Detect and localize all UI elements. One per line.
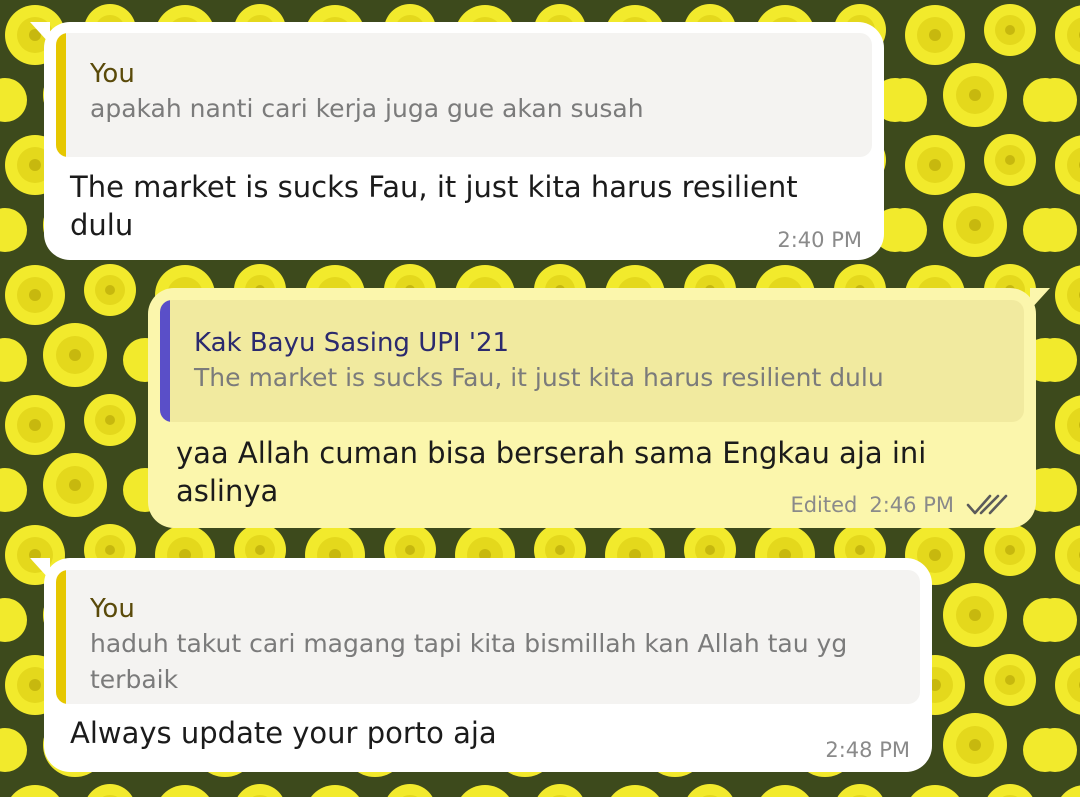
bubble-tail — [30, 558, 50, 580]
bubble-tail — [1030, 288, 1050, 310]
quote-text: apakah nanti cari kerja juga gue akan su… — [90, 94, 644, 123]
message-time: 2:48 PM — [825, 738, 910, 762]
message-time: 2:40 PM — [777, 228, 862, 252]
double-check-icon — [966, 494, 1008, 515]
message-bubble-incoming[interactable]: You haduh takut cari magang tapi kita bi… — [30, 558, 932, 772]
edited-label: Edited — [790, 493, 858, 517]
message-text: Always update your porto aja — [70, 716, 497, 750]
message-meta: 2:48 PM — [825, 738, 910, 762]
bubble-tail — [30, 22, 50, 44]
reply-quote[interactable]: You apakah nanti cari kerja juga gue aka… — [56, 33, 872, 157]
message-meta: 2:40 PM — [777, 228, 862, 252]
quote-author: You — [90, 594, 135, 624]
quote-bar — [56, 33, 66, 157]
message-text: The market is sucks Fau, it just kita ha… — [70, 170, 798, 242]
reply-quote[interactable]: You haduh takut cari magang tapi kita bi… — [56, 570, 920, 704]
quote-text: The market is sucks Fau, it just kita ha… — [194, 363, 884, 392]
message-bubble-incoming[interactable]: You apakah nanti cari kerja juga gue aka… — [30, 22, 884, 260]
reply-quote[interactable]: Kak Bayu Sasing UPI '21 The market is su… — [160, 300, 1024, 422]
quote-bar — [160, 300, 170, 422]
message-time: 2:46 PM — [869, 493, 954, 517]
quote-author: You — [90, 59, 135, 89]
quote-bar — [56, 570, 66, 704]
message-bubble-outgoing[interactable]: Kak Bayu Sasing UPI '21 The market is su… — [148, 288, 1050, 528]
message-meta: Edited 2:46 PM — [790, 492, 1008, 518]
quote-text: haduh takut cari magang tapi kita bismil… — [90, 629, 848, 694]
quote-author: Kak Bayu Sasing UPI '21 — [194, 328, 510, 358]
